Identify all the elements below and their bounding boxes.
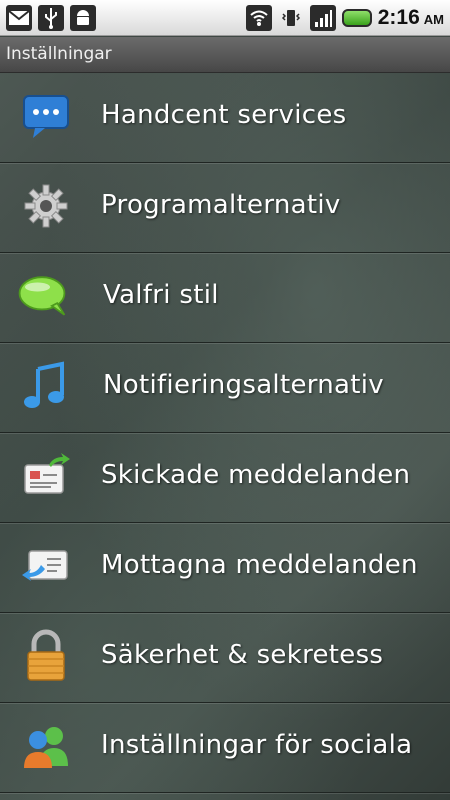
list-item-label: Mottagna meddelanden bbox=[101, 550, 418, 580]
title-bar: Inställningar bbox=[0, 37, 450, 73]
list-item-installningar-sociala[interactable]: Inställningar för sociala bbox=[0, 703, 450, 793]
list-item-label: Säkerhet & sekretess bbox=[101, 640, 384, 670]
page-title: Inställningar bbox=[6, 44, 112, 64]
settings-list: Handcent services Programalternativ Valf… bbox=[0, 73, 450, 800]
list-item-valfri-stil[interactable]: Valfri stil bbox=[0, 253, 450, 343]
list-item-label: Valfri stil bbox=[103, 280, 219, 310]
sent-message-icon bbox=[20, 450, 72, 502]
status-bar: 2:16 AM bbox=[0, 0, 450, 36]
usb-icon bbox=[38, 4, 64, 31]
people-icon bbox=[20, 720, 72, 772]
received-message-icon bbox=[20, 540, 72, 592]
music-note-icon bbox=[20, 360, 72, 412]
padlock-icon bbox=[20, 629, 72, 682]
list-item-mottagna-meddelanden[interactable]: Mottagna meddelanden bbox=[0, 523, 450, 613]
gear-icon bbox=[20, 180, 72, 232]
clock-time: 2:16 bbox=[377, 5, 420, 29]
list-item-label: Inställningar för sociala bbox=[101, 730, 413, 760]
list-item-skickade-meddelanden[interactable]: Skickade meddelanden bbox=[0, 433, 450, 523]
chat-bubble-icon bbox=[20, 90, 72, 142]
android-debug-icon bbox=[70, 4, 96, 31]
list-item-programalternativ[interactable]: Programalternativ bbox=[0, 163, 450, 253]
clock: 2:16 AM bbox=[378, 6, 444, 30]
signal-icon bbox=[309, 4, 336, 31]
list-item-label: Skickade meddelanden bbox=[101, 460, 411, 490]
list-item-sakerhet-sekretess[interactable]: Säkerhet & sekretess bbox=[0, 613, 450, 703]
list-item-label: Notifieringsalternativ bbox=[103, 370, 384, 400]
clock-ampm: AM bbox=[423, 11, 444, 27]
vibrate-icon bbox=[278, 5, 304, 31]
list-item-label: Programalternativ bbox=[101, 190, 341, 220]
list-item-label: Handcent services bbox=[101, 100, 347, 130]
battery-icon bbox=[341, 8, 372, 27]
list-item-handcent-services[interactable]: Handcent services bbox=[0, 73, 450, 163]
gmail-icon bbox=[6, 4, 32, 31]
green-bubble-icon bbox=[16, 270, 68, 322]
list-item-notifieringsalternativ[interactable]: Notifieringsalternativ bbox=[0, 343, 450, 433]
wifi-icon bbox=[245, 4, 272, 31]
